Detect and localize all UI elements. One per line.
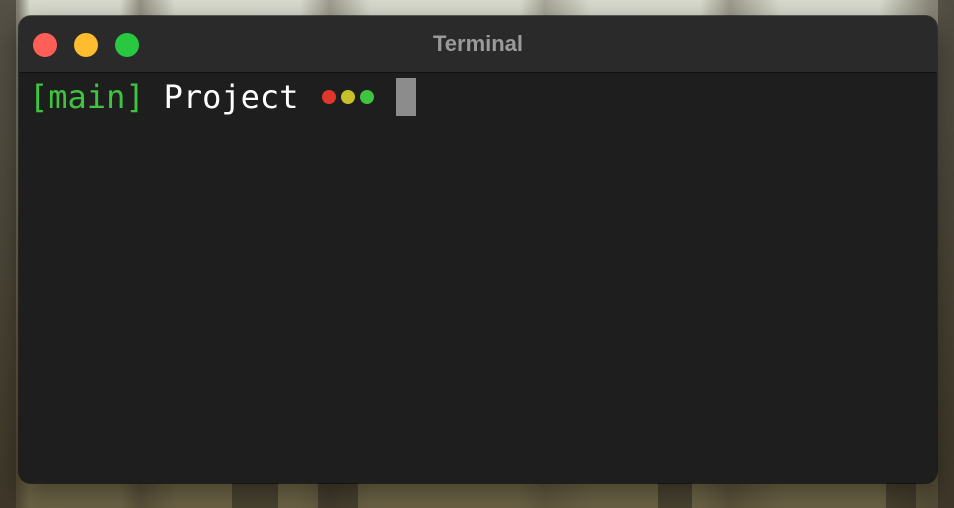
- text-cursor: [396, 78, 417, 116]
- title-bar[interactable]: Terminal: [19, 16, 937, 73]
- wallpaper-tree: [938, 0, 954, 508]
- terminal-content[interactable]: [main] Project: [19, 73, 937, 483]
- zoom-button[interactable]: [115, 33, 139, 57]
- wallpaper-tree: [658, 480, 692, 508]
- wallpaper-tree: [0, 0, 16, 508]
- wallpaper-tree: [886, 480, 916, 508]
- minimize-button[interactable]: [74, 33, 98, 57]
- wallpaper-tree: [232, 480, 278, 508]
- status-dots: [322, 90, 375, 104]
- status-dot-yellow: [341, 90, 356, 104]
- current-directory: Project: [163, 78, 299, 116]
- window-title: Terminal: [432, 31, 524, 56]
- close-button[interactable]: [33, 33, 57, 57]
- terminal-window[interactable]: Terminal [main] Project: [19, 16, 937, 483]
- status-dot-red: [322, 90, 337, 104]
- prompt-line: [main] Project: [29, 77, 417, 117]
- git-branch: [main]: [29, 78, 145, 116]
- status-dot-green: [360, 90, 375, 104]
- wallpaper-tree: [318, 480, 358, 508]
